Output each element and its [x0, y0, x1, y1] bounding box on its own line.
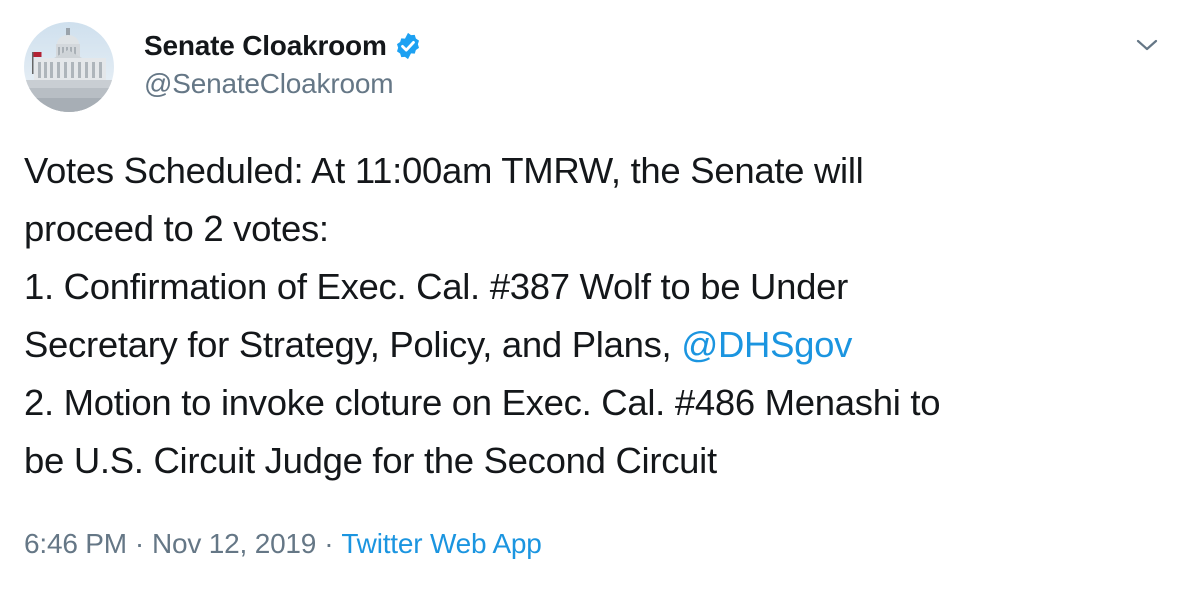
display-name[interactable]: Senate Cloakroom [144, 30, 387, 62]
tweet-meta: 6:46 PM · Nov 12, 2019 · Twitter Web App [24, 528, 542, 560]
verified-badge-icon [393, 31, 423, 61]
chevron-down-icon[interactable] [1134, 32, 1160, 58]
tweet-line: Secretary for Strategy, Policy, and Plan… [24, 316, 1174, 374]
capitol-building-icon [24, 22, 114, 112]
meta-separator: · [324, 528, 334, 559]
tweet-line: be U.S. Circuit Judge for the Second Cir… [24, 440, 717, 481]
meta-separator: · [134, 528, 145, 559]
tweet-text: Votes Scheduled: At 11:00am TMRW, the Se… [24, 142, 1174, 490]
tweet-time[interactable]: 6:46 PM [24, 528, 127, 559]
user-handle[interactable]: @SenateCloakroom [144, 68, 423, 100]
tweet-line: proceed to 2 votes: [24, 208, 329, 249]
tweet-source-link[interactable]: Twitter Web App [341, 528, 542, 559]
mention-link[interactable]: @DHSgov [681, 324, 852, 365]
author-names: Senate Cloakroom @SenateCloakroom [144, 28, 423, 100]
tweet-line-text: Secretary for Strategy, Policy, and Plan… [24, 324, 682, 365]
display-name-row: Senate Cloakroom [144, 28, 423, 64]
tweet-line: 1. Confirmation of Exec. Cal. #387 Wolf … [24, 266, 848, 307]
avatar[interactable] [24, 22, 114, 112]
tweet-date[interactable]: Nov 12, 2019 [152, 528, 316, 559]
tweet-line: 2. Motion to invoke cloture on Exec. Cal… [24, 382, 941, 423]
tweet-line: Votes Scheduled: At 11:00am TMRW, the Se… [24, 150, 864, 191]
tweet-card: Senate Cloakroom @SenateCloakroom Votes … [0, 0, 1192, 594]
